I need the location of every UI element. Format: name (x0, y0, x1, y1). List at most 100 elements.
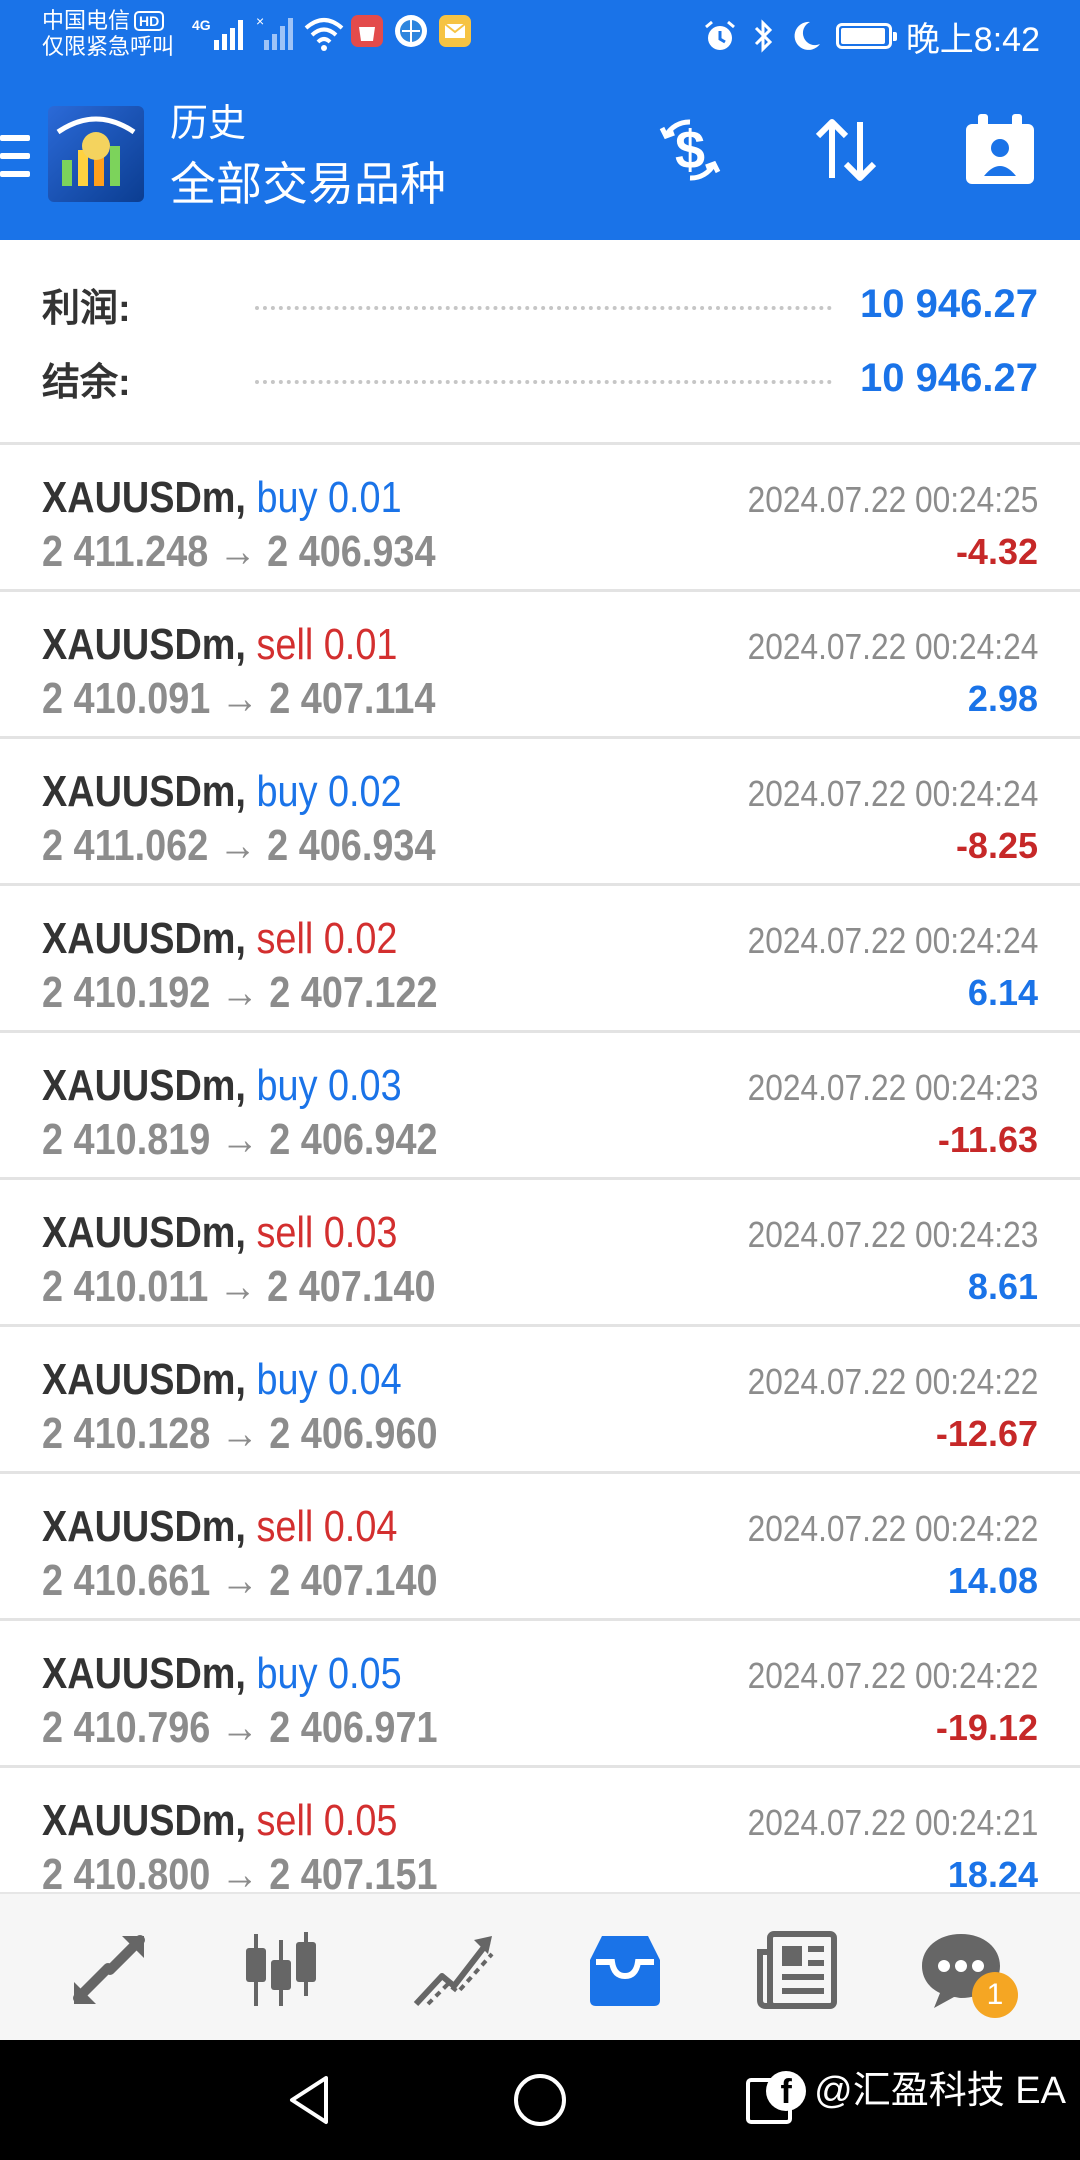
summary-panel: 利润: 10 946.27 结余: 10 946.27 (0, 240, 1080, 445)
open-price: 2 410.128 (42, 1409, 211, 1458)
trade-profit: -11.63 (937, 1119, 1038, 1160)
trade-profit: -4.32 (955, 531, 1038, 572)
mail-app-icon (439, 15, 471, 47)
close-price: 2 406.934 (267, 527, 436, 576)
trade-time: 2024.07.22 00:24:21 (747, 1802, 1038, 1843)
app-bar: 历史 全部交易品种 $ (0, 72, 1080, 240)
back-icon[interactable] (280, 2070, 340, 2130)
trade-row[interactable]: XAUUSDm, sell 0.02 2 410.192 → 2 407.122… (0, 886, 1080, 1033)
symbol-filter[interactable]: 全部交易品种 (170, 156, 446, 212)
dotted-leader (255, 298, 833, 310)
open-price: 2 410.011 (42, 1262, 209, 1311)
open-price: 2 411.062 (42, 821, 209, 870)
profit-row: 利润: 10 946.27 (42, 274, 1038, 334)
trade-symbol: XAUUSDm, (42, 1502, 246, 1551)
profit-label: 利润: (42, 287, 131, 330)
carrier-info: 中国电信 HD 仅限紧急呼叫 (42, 8, 174, 60)
arrow: → (220, 1115, 259, 1164)
trade-time: 2024.07.22 00:24:23 (747, 1214, 1038, 1255)
trade-symbol: XAUUSDm, (42, 1796, 246, 1845)
menu-icon[interactable] (0, 135, 30, 177)
metatrader-logo (48, 106, 144, 202)
close-price: 2 406.934 (267, 821, 436, 870)
trade-action: buy 0.05 (256, 1649, 402, 1698)
trade-row[interactable]: XAUUSDm, buy 0.02 2 411.062 → 2 406.934 … (0, 739, 1080, 886)
trade-row[interactable]: XAUUSDm, sell 0.05 2 410.800 → 2 407.151… (0, 1768, 1080, 1912)
trade-action: sell 0.04 (256, 1502, 398, 1551)
trade-row[interactable]: XAUUSDm, buy 0.03 2 410.819 → 2 406.942 … (0, 1033, 1080, 1180)
arrow: → (218, 1262, 257, 1311)
trade-profit: 18.24 (947, 1854, 1038, 1895)
wifi-icon (304, 18, 344, 51)
trade-symbol: XAUUSDm, (42, 620, 246, 669)
home-icon[interactable] (510, 2070, 570, 2130)
deposit-icon[interactable]: $ (650, 110, 730, 190)
trade-time: 2024.07.22 00:24:24 (747, 920, 1038, 961)
profit-value: 10 946.27 (860, 281, 1038, 326)
screen-title: 历史 (170, 103, 247, 145)
signal-icon: 4G (192, 17, 243, 50)
arrow: → (220, 674, 259, 723)
trade-row[interactable]: XAUUSDm, buy 0.01 2 411.248 → 2 406.934 … (0, 445, 1080, 592)
messages-badge: 1 (972, 1972, 1018, 2018)
trade-icon[interactable] (408, 1930, 498, 2010)
trade-action: sell 0.03 (256, 1208, 398, 1257)
trade-profit: 6.14 (967, 972, 1038, 1013)
dotted-leader (255, 372, 833, 384)
close-price: 2 407.140 (269, 1556, 438, 1605)
trade-symbol: XAUUSDm, (42, 1355, 246, 1404)
period-calendar-icon[interactable] (960, 110, 1040, 190)
close-price: 2 406.960 (269, 1409, 438, 1458)
trade-symbol: XAUUSDm, (42, 1208, 246, 1257)
close-price: 2 407.114 (269, 674, 436, 723)
trade-profit: -8.25 (955, 825, 1038, 866)
trade-time: 2024.07.22 00:24:22 (747, 1361, 1038, 1402)
trade-row[interactable]: XAUUSDm, sell 0.03 2 410.011 → 2 407.140… (0, 1180, 1080, 1327)
emergency-only: 仅限紧急呼叫 (42, 34, 175, 59)
trade-action: sell 0.01 (256, 620, 398, 669)
trade-time: 2024.07.22 00:24:24 (747, 773, 1038, 814)
trade-row[interactable]: XAUUSDm, sell 0.04 2 410.661 → 2 407.140… (0, 1474, 1080, 1621)
hd-badge: HD (134, 11, 165, 31)
trade-action: buy 0.04 (256, 1355, 402, 1404)
alarm-icon (704, 20, 735, 50)
trade-action: buy 0.02 (256, 767, 402, 816)
carrier-name: 中国电信 (42, 8, 131, 33)
trade-symbol: XAUUSDm, (42, 914, 246, 963)
arrow: → (218, 527, 257, 576)
svg-text:$: $ (675, 120, 705, 180)
trade-symbol: XAUUSDm, (42, 473, 246, 522)
open-price: 2 410.819 (42, 1115, 211, 1164)
bottom-navigation: 1 (0, 1892, 1080, 2042)
battery-icon (835, 23, 897, 49)
trade-profit: 14.08 (947, 1560, 1038, 1601)
sort-icon[interactable] (806, 110, 886, 190)
quotes-icon[interactable] (64, 1930, 154, 2010)
trade-profit: 2.98 (967, 678, 1038, 719)
open-price: 2 410.661 (42, 1556, 211, 1605)
facebook-icon: f (766, 2071, 807, 2111)
huawei-app-icon (351, 15, 383, 47)
trade-time: 2024.07.22 00:24:25 (747, 479, 1038, 520)
chart-icon[interactable] (236, 1930, 326, 2010)
trade-row[interactable]: XAUUSDm, buy 0.05 2 410.796 → 2 406.971 … (0, 1621, 1080, 1768)
balance-row: 结余: 10 946.27 (42, 348, 1038, 408)
arrow: → (220, 968, 259, 1017)
messages-tab[interactable]: 1 (916, 1930, 1018, 2018)
open-price: 2 410.192 (42, 968, 211, 1017)
watermark-text: @汇盈科技 EA (814, 2070, 1066, 2112)
status-time: 晚上8:42 (905, 20, 1040, 59)
trade-time: 2024.07.22 00:24:23 (747, 1067, 1038, 1108)
trade-time: 2024.07.22 00:24:22 (747, 1655, 1038, 1696)
trade-action: buy 0.01 (256, 473, 402, 522)
trade-symbol: XAUUSDm, (42, 1649, 246, 1698)
arrow: → (220, 1556, 259, 1605)
trade-row[interactable]: XAUUSDm, buy 0.04 2 410.128 → 2 406.960 … (0, 1327, 1080, 1474)
news-icon[interactable] (752, 1930, 842, 2010)
open-price: 2 411.248 (42, 527, 209, 576)
status-bar: 中国电信 HD 仅限紧急呼叫 4G × 晚上8:42 (0, 0, 1080, 72)
trade-row[interactable]: XAUUSDm, sell 0.01 2 410.091 → 2 407.114… (0, 592, 1080, 739)
trade-action: buy 0.03 (256, 1061, 402, 1110)
history-icon[interactable] (580, 1930, 670, 2010)
trade-time: 2024.07.22 00:24:24 (747, 626, 1038, 667)
